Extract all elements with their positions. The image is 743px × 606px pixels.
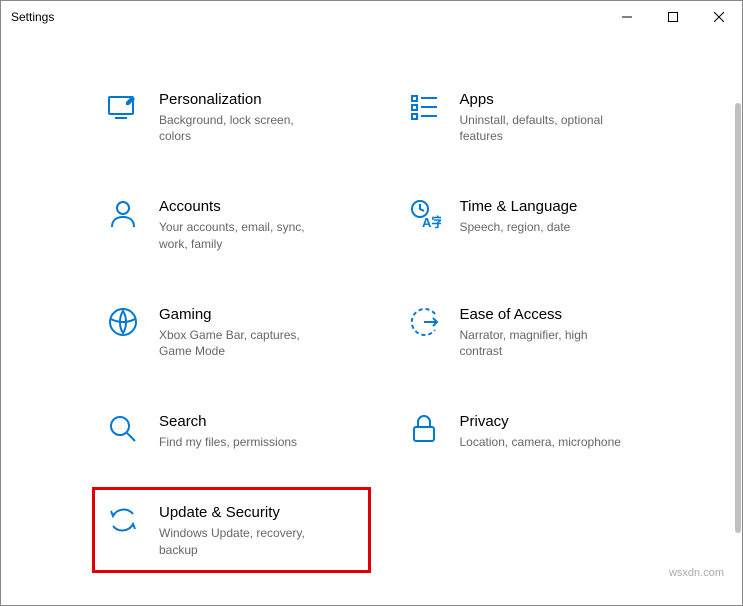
tile-title: Search: [159, 413, 297, 430]
ease-of-access-icon: [406, 304, 442, 340]
tile-title: Privacy: [460, 413, 621, 430]
window-controls: [604, 1, 742, 33]
tile-search[interactable]: Search Find my files, permissions: [101, 405, 362, 456]
window-title: Settings: [11, 10, 54, 24]
tile-title: Update & Security: [159, 504, 329, 521]
tile-desc: Find my files, permissions: [159, 434, 297, 450]
apps-icon: [406, 89, 442, 125]
titlebar: Settings: [1, 1, 742, 33]
tile-desc: Uninstall, defaults, optional features: [460, 112, 630, 144]
tile-privacy[interactable]: Privacy Location, camera, microphone: [402, 405, 663, 456]
scroll-thumb[interactable]: [735, 103, 741, 533]
tile-personalization[interactable]: Personalization Background, lock screen,…: [101, 83, 362, 150]
gaming-icon: [105, 304, 141, 340]
tile-desc: Windows Update, recovery, backup: [159, 525, 329, 557]
search-icon: [105, 411, 141, 447]
update-security-icon: [105, 502, 141, 538]
privacy-icon: [406, 411, 442, 447]
accounts-icon: [105, 196, 141, 232]
watermark: wsxdn.com: [669, 567, 724, 579]
time-language-icon: A字: [406, 196, 442, 232]
tile-title: Accounts: [159, 198, 329, 215]
tile-desc: Location, camera, microphone: [460, 434, 621, 450]
minimize-button[interactable]: [604, 1, 650, 33]
tile-apps[interactable]: Apps Uninstall, defaults, optional featu…: [402, 83, 663, 150]
scrollbar[interactable]: [727, 33, 741, 604]
tile-title: Personalization: [159, 91, 329, 108]
tile-desc: Speech, region, date: [460, 219, 578, 235]
personalization-icon: [105, 89, 141, 125]
tile-title: Apps: [460, 91, 630, 108]
tile-gaming[interactable]: Gaming Xbox Game Bar, captures, Game Mod…: [101, 298, 362, 365]
tile-title: Ease of Access: [460, 306, 630, 323]
tile-title: Gaming: [159, 306, 329, 323]
tile-update-security[interactable]: Update & Security Windows Update, recove…: [101, 496, 362, 563]
tile-title: Time & Language: [460, 198, 578, 215]
tile-accounts[interactable]: Accounts Your accounts, email, sync, wor…: [101, 190, 362, 257]
tile-ease-of-access[interactable]: Ease of Access Narrator, magnifier, high…: [402, 298, 663, 365]
tile-desc: Your accounts, email, sync, work, family: [159, 219, 329, 251]
tile-desc: Narrator, magnifier, high contrast: [460, 327, 630, 359]
tile-desc: Xbox Game Bar, captures, Game Mode: [159, 327, 329, 359]
tile-desc: Background, lock screen, colors: [159, 112, 329, 144]
settings-grid: Personalization Background, lock screen,…: [1, 33, 742, 604]
tile-time-language[interactable]: A字 Time & Language Speech, region, date: [402, 190, 663, 257]
svg-text:A字: A字: [422, 215, 441, 230]
maximize-button[interactable]: [650, 1, 696, 33]
close-button[interactable]: [696, 1, 742, 33]
